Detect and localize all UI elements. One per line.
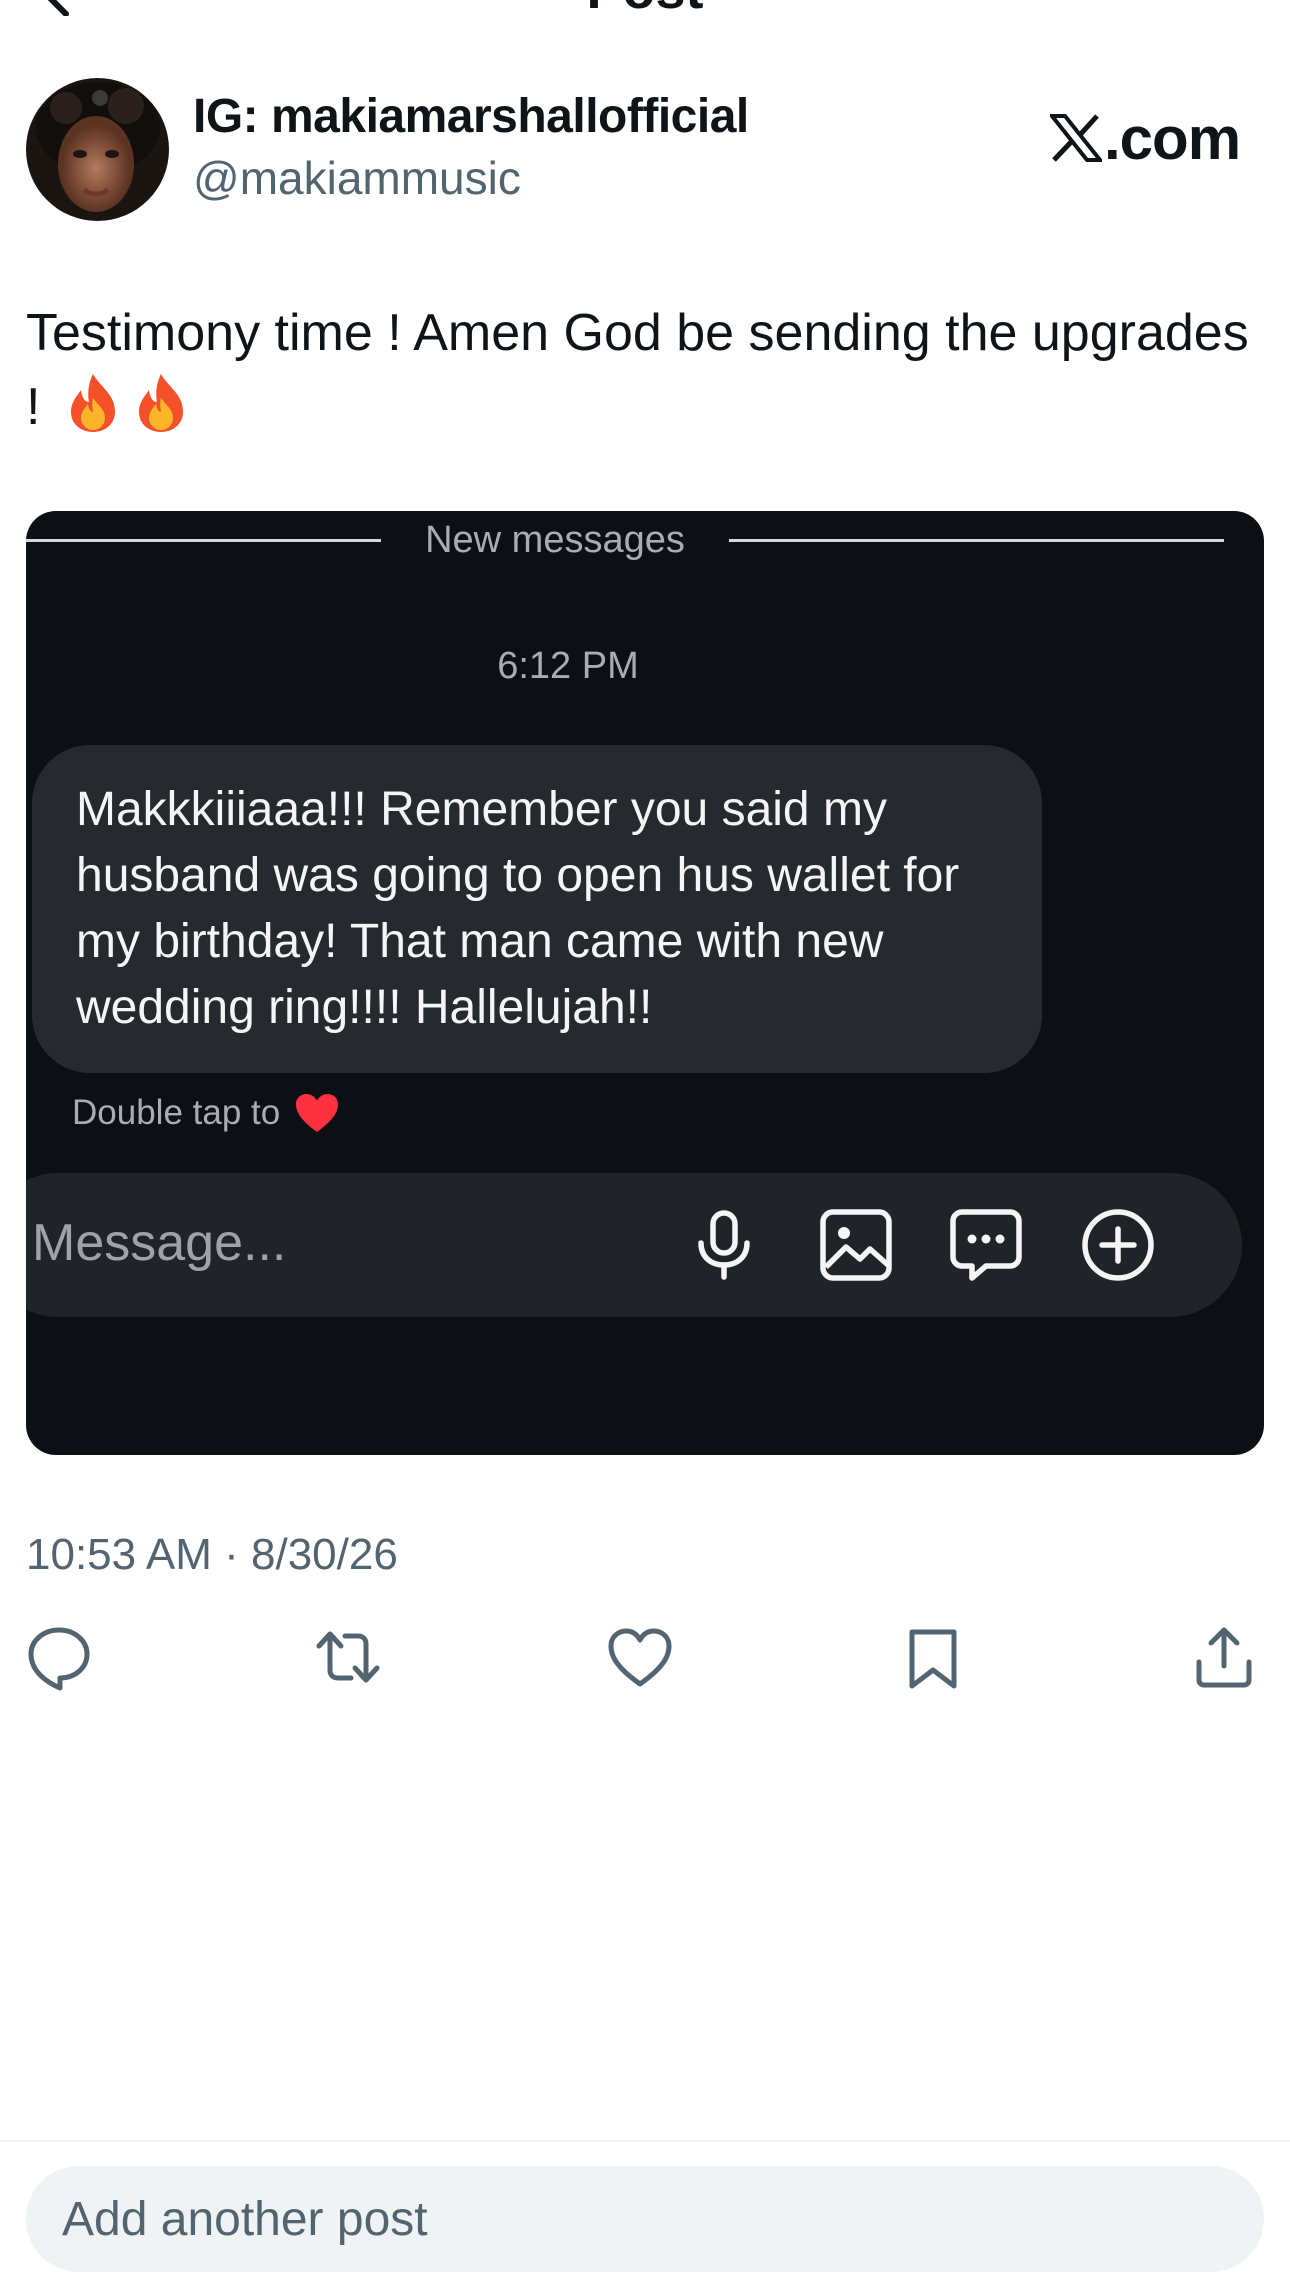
gallery-icon[interactable] — [818, 1207, 894, 1283]
fire-emoji-icon — [63, 372, 123, 454]
fire-emoji-icon — [131, 372, 191, 454]
message-time: 6:12 PM — [497, 645, 639, 687]
post-media-image[interactable]: New messages 6:12 PM Makkkiiiaaa!!! Reme… — [26, 511, 1264, 1455]
post-action-bar — [0, 1622, 1290, 1692]
top-navigation-bar: Post — [0, 0, 1290, 17]
post-timestamp[interactable]: 10:53 AM · 8/30/26 — [26, 1525, 398, 1585]
message-composer — [26, 1173, 1242, 1317]
author-handle[interactable]: @makiammusic — [193, 150, 521, 206]
x-logo-icon — [1050, 114, 1102, 162]
divider-line — [26, 539, 381, 542]
post-body: Testimony time ! Amen God be sending the… — [26, 304, 1249, 436]
page-title: Post — [0, 0, 1290, 17]
add-post-input[interactable] — [62, 2186, 1162, 2252]
reply-icon[interactable] — [24, 1622, 94, 1692]
post-text: Testimony time ! Amen God be sending the… — [26, 296, 1256, 454]
message-bubble: Makkkiiiaaa!!! Remember you said my husb… — [32, 745, 1042, 1073]
repost-icon[interactable] — [313, 1622, 383, 1692]
watermark-text: .com — [1104, 104, 1241, 172]
like-icon[interactable] — [605, 1622, 675, 1692]
x-com-watermark: .com — [1050, 100, 1241, 176]
divider-line — [729, 539, 1224, 542]
heart-icon — [296, 1094, 339, 1132]
reaction-hint-text: Double tap to — [72, 1093, 281, 1132]
avatar[interactable] — [26, 78, 169, 221]
reaction-hint: Double tap to — [72, 1083, 340, 1143]
bookmark-icon[interactable] — [898, 1622, 968, 1692]
new-messages-label: New messages — [425, 519, 685, 561]
share-icon[interactable] — [1189, 1622, 1259, 1692]
bottom-divider — [0, 2140, 1290, 2142]
plus-circle-icon[interactable] — [1080, 1207, 1156, 1283]
message-input[interactable] — [32, 1213, 632, 1273]
author-display-name[interactable]: IG: makiamarshallofficial — [193, 88, 749, 146]
sticker-icon[interactable] — [948, 1207, 1024, 1283]
microphone-icon[interactable] — [686, 1207, 762, 1283]
post-detail-screen: Post IG: makiamarshallofficial @makiammu… — [0, 0, 1290, 2292]
add-post-bar[interactable] — [26, 2166, 1264, 2272]
message-text: Makkkiiiaaa!!! Remember you said my husb… — [76, 783, 960, 1034]
